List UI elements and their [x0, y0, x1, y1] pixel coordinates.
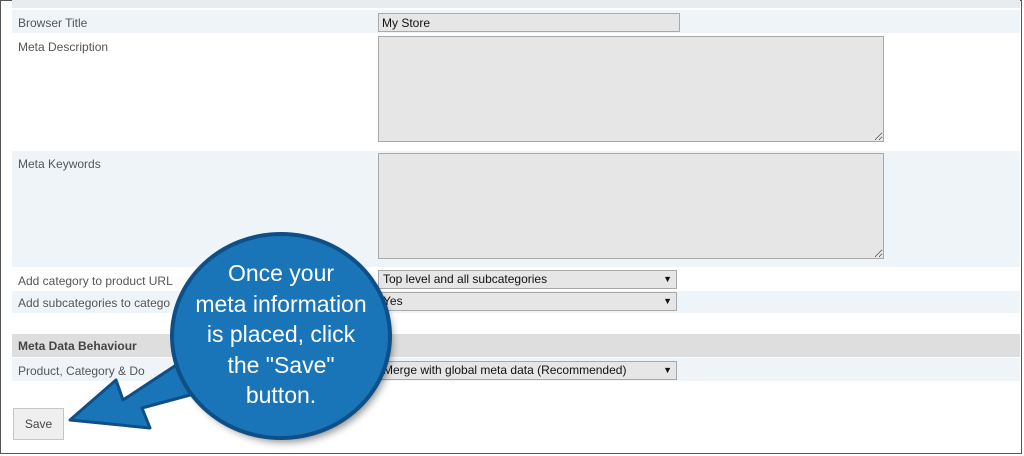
callout-line: is placed, click [206, 321, 356, 347]
arrow-pointer-icon [68, 350, 218, 430]
callout-line: Once your [227, 260, 335, 286]
callout-text: Once your meta information is placed, cl… [174, 258, 388, 411]
callout-line: the "Save" [227, 351, 335, 378]
callout-line: button. [245, 382, 317, 408]
callout-line: meta information [195, 290, 367, 317]
